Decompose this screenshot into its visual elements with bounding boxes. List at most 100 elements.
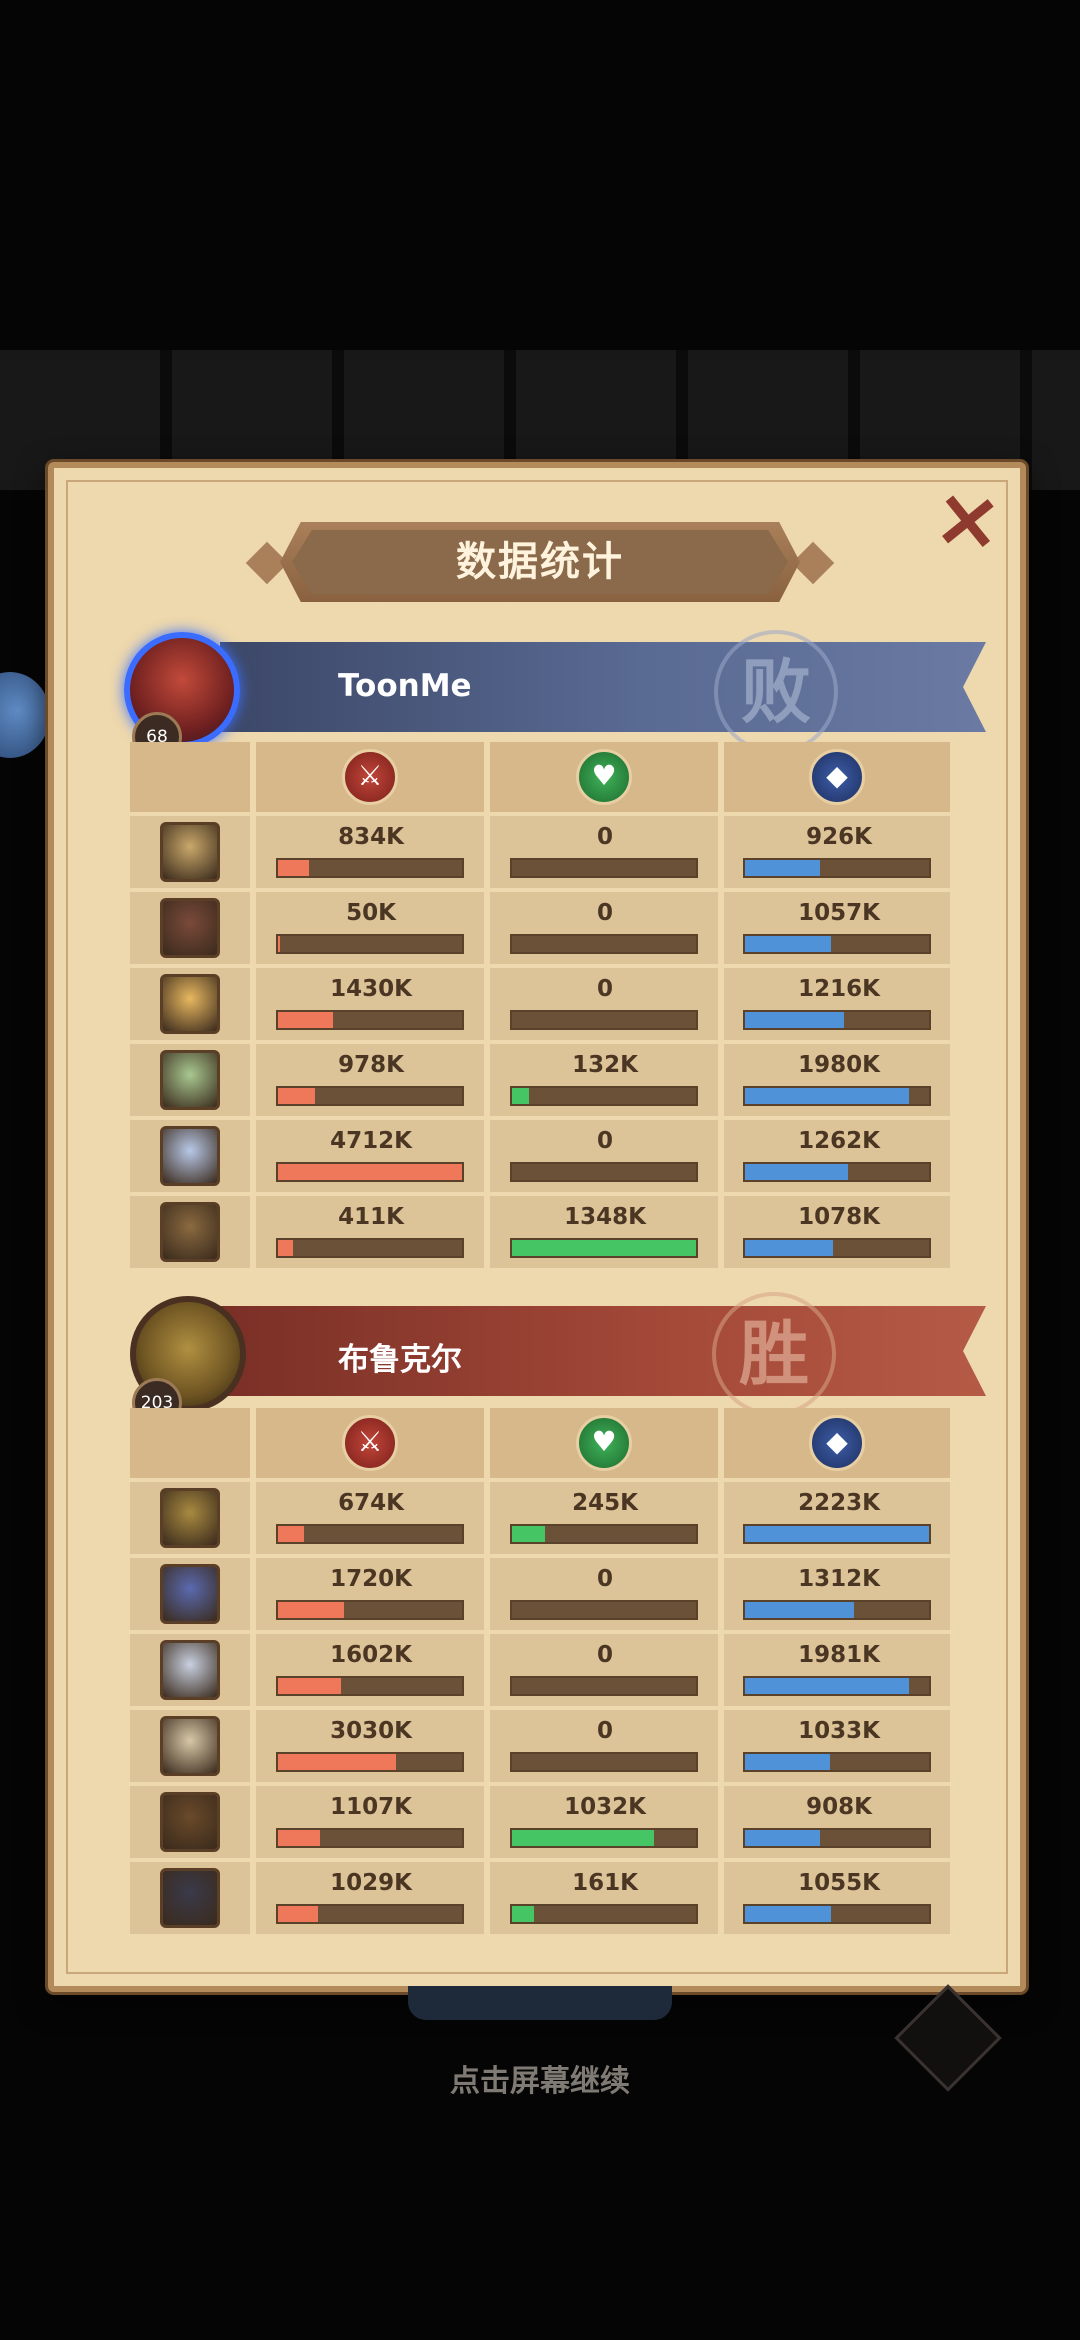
team-banner-win xyxy=(220,1306,986,1396)
heart-plus-icon: ♥ xyxy=(576,1415,632,1471)
healing-bar xyxy=(510,1752,698,1772)
attack-damage-bar xyxy=(276,1238,464,1258)
damage-taken-bar xyxy=(743,1676,931,1696)
hero-portrait[interactable] xyxy=(160,1716,220,1776)
result-seal: 胜 xyxy=(712,1292,836,1416)
damage-taken-bar-fill xyxy=(745,1526,929,1542)
healing-value: 0 xyxy=(596,1566,613,1592)
damage-taken-bar-fill xyxy=(745,1088,909,1104)
damage-taken-value: 1057K xyxy=(798,900,880,926)
attack-damage-bar-fill xyxy=(278,1830,321,1846)
healing-value: 0 xyxy=(596,976,613,1002)
damage-taken-value: 908K xyxy=(806,1794,872,1820)
damage-taken-value: 1216K xyxy=(798,976,880,1002)
attack-damage-value: 1720K xyxy=(330,1566,412,1592)
heart-plus-icon: ♥ xyxy=(576,749,632,805)
attack-damage-value: 4712K xyxy=(330,1128,412,1154)
damage-taken-value: 1055K xyxy=(798,1870,880,1896)
damage-taken-value: 1312K xyxy=(798,1566,880,1592)
attack-damage-bar-fill xyxy=(278,1164,462,1180)
attack-damage-bar-fill xyxy=(278,1602,345,1618)
hero-portrait[interactable] xyxy=(160,898,220,958)
damage-taken-bar-fill xyxy=(745,1602,854,1618)
damage-taken-value: 1078K xyxy=(798,1204,880,1230)
attack-damage-bar-fill xyxy=(278,1906,319,1922)
hero-portrait[interactable] xyxy=(160,1050,220,1110)
damage-taken-bar xyxy=(743,858,931,878)
attack-damage-bar-fill xyxy=(278,1012,334,1028)
attack-damage-value: 1029K xyxy=(330,1870,412,1896)
healing-value: 0 xyxy=(596,1128,613,1154)
attack-damage-value: 834K xyxy=(338,824,404,850)
healing-bar xyxy=(510,1238,698,1258)
attack-damage-bar xyxy=(276,1086,464,1106)
healing-value: 0 xyxy=(596,1642,613,1668)
healing-bar xyxy=(510,1086,698,1106)
damage-taken-bar-fill xyxy=(745,1754,830,1770)
healing-bar-fill xyxy=(512,1088,529,1104)
attack-damage-bar xyxy=(276,1010,464,1030)
attack-damage-bar xyxy=(276,858,464,878)
healing-bar-fill xyxy=(512,1240,696,1256)
sword-icon: ⚔ xyxy=(342,749,398,805)
result-seal: 败 xyxy=(714,630,838,754)
damage-taken-bar xyxy=(743,934,931,954)
healing-value: 245K xyxy=(572,1490,638,1516)
hero-portrait[interactable] xyxy=(160,1202,220,1262)
attack-damage-bar-fill xyxy=(278,1526,304,1542)
healing-bar xyxy=(510,1828,698,1848)
hidden-button-edge xyxy=(408,1986,672,2020)
damage-taken-bar-fill xyxy=(745,936,832,952)
attack-damage-bar-fill xyxy=(278,1240,293,1256)
hero-portrait[interactable] xyxy=(160,1488,220,1548)
attack-damage-bar-fill xyxy=(278,1754,396,1770)
damage-taken-bar xyxy=(743,1162,931,1182)
healing-bar xyxy=(510,1904,698,1924)
attack-damage-bar-fill xyxy=(278,860,310,876)
healing-value: 1032K xyxy=(564,1794,646,1820)
sword-icon: ⚔ xyxy=(342,1415,398,1471)
damage-taken-value: 1033K xyxy=(798,1718,880,1744)
attack-damage-bar xyxy=(276,1904,464,1924)
attack-damage-value: 1602K xyxy=(330,1642,412,1668)
damage-taken-bar xyxy=(743,1238,931,1258)
hero-portrait[interactable] xyxy=(160,1792,220,1852)
damage-taken-bar-fill xyxy=(745,1830,821,1846)
damage-taken-bar xyxy=(743,1752,931,1772)
damage-taken-bar-fill xyxy=(745,860,821,876)
hero-portrait[interactable] xyxy=(160,1126,220,1186)
shield-icon: ◆ xyxy=(809,749,865,805)
attack-damage-value: 1107K xyxy=(330,1794,412,1820)
attack-damage-value: 1430K xyxy=(330,976,412,1002)
healing-value: 1348K xyxy=(564,1204,646,1230)
tap-to-continue-hint[interactable]: 点击屏幕继续 xyxy=(0,2056,1080,2100)
healing-bar xyxy=(510,1676,698,1696)
hero-portrait[interactable] xyxy=(160,974,220,1034)
attack-damage-value: 50K xyxy=(346,900,396,926)
attack-damage-bar xyxy=(276,1752,464,1772)
healing-value: 0 xyxy=(596,824,613,850)
hero-portrait[interactable] xyxy=(160,1868,220,1928)
attack-damage-value: 3030K xyxy=(330,1718,412,1744)
damage-taken-bar xyxy=(743,1010,931,1030)
healing-bar xyxy=(510,934,698,954)
attack-damage-value: 674K xyxy=(338,1490,404,1516)
damage-taken-bar-fill xyxy=(745,1240,834,1256)
hero-portrait[interactable] xyxy=(160,822,220,882)
attack-damage-bar xyxy=(276,1676,464,1696)
page-title: 数据统计 xyxy=(456,539,624,585)
hero-portrait[interactable] xyxy=(160,1564,220,1624)
attack-damage-bar xyxy=(276,1162,464,1182)
hero-portrait[interactable] xyxy=(160,1640,220,1700)
damage-taken-value: 926K xyxy=(806,824,872,850)
healing-bar-fill xyxy=(512,1526,546,1542)
healing-bar xyxy=(510,1524,698,1544)
damage-taken-bar xyxy=(743,1904,931,1924)
close-icon[interactable]: × xyxy=(924,469,1012,571)
healing-value: 0 xyxy=(596,1718,613,1744)
damage-taken-bar-fill xyxy=(745,1906,832,1922)
attack-damage-bar-fill xyxy=(278,1678,341,1694)
attack-damage-value: 411K xyxy=(338,1204,404,1230)
damage-taken-bar xyxy=(743,1828,931,1848)
damage-taken-value: 2223K xyxy=(798,1490,880,1516)
